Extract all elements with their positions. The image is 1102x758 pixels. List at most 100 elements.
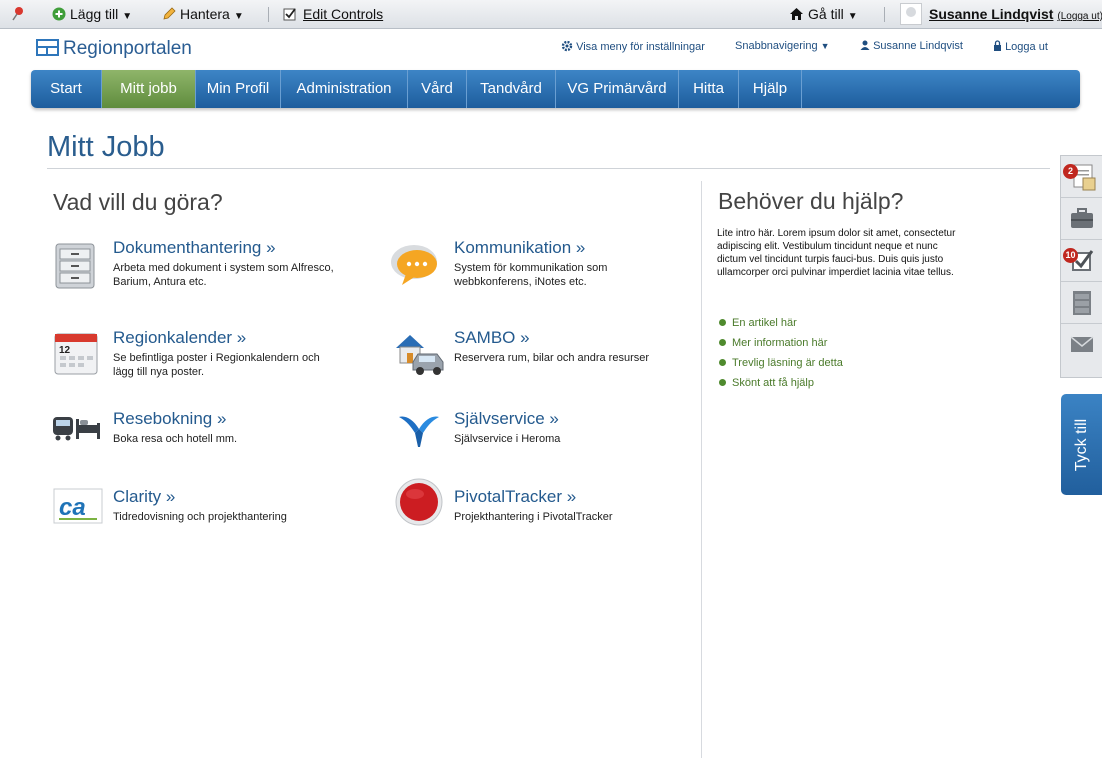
- tile-clarity-link[interactable]: Clarity »: [113, 487, 175, 507]
- chevron-down-icon: ▼: [847, 11, 858, 22]
- right-dock: 2 10: [1060, 155, 1102, 378]
- briefcase-icon: [1071, 208, 1093, 228]
- feedback-tab[interactable]: Tyck till: [1061, 394, 1102, 495]
- cabinet-icon: [1073, 291, 1091, 315]
- tab-start[interactable]: Start: [31, 70, 102, 108]
- house-car-icon[interactable]: [393, 328, 445, 380]
- add-menu[interactable]: Lägg till ▼: [52, 0, 132, 29]
- site-logo[interactable]: Regionportalen: [36, 37, 192, 61]
- manage-menu[interactable]: Hantera ▼: [162, 0, 244, 29]
- tile-dokumenthantering-link[interactable]: Dokumenthantering »: [113, 238, 276, 258]
- tab-administration[interactable]: Administration: [281, 70, 408, 108]
- lock-icon: [994, 40, 1001, 51]
- help-heading: Behöver du hjälp?: [718, 188, 904, 214]
- gear-icon: [561, 40, 573, 52]
- header-user-link[interactable]: Susanne Lindqvist: [860, 40, 963, 52]
- ribbon-divider: [884, 7, 885, 22]
- clarity-logo-text: ca: [59, 494, 86, 521]
- notification-badge: 2: [1063, 164, 1078, 179]
- calendar-icon[interactable]: 12: [50, 328, 102, 380]
- help-link-label[interactable]: Mer information här: [732, 337, 827, 349]
- help-intro-text: Lite intro här. Lorem ipsum dolor sit am…: [717, 228, 956, 278]
- help-link-item[interactable]: En artikel här: [719, 317, 797, 329]
- logout-label: Logga ut: [1005, 41, 1048, 53]
- ribbon-logout-link[interactable]: (Logga ut): [1057, 11, 1102, 22]
- tile-sambo-link[interactable]: SAMBO »: [454, 328, 530, 348]
- dock-tasks-button[interactable]: 10: [1061, 240, 1102, 282]
- help-link-label[interactable]: Skönt att få hjälp: [732, 377, 814, 389]
- tab-min-profil[interactable]: Min Profil: [196, 70, 281, 108]
- bullet-icon: [719, 379, 726, 386]
- portal-logo-icon: [36, 39, 59, 56]
- goto-menu[interactable]: Gå till ▼: [789, 0, 858, 29]
- ribbon-divider: [268, 7, 269, 22]
- calendar-day-text: 12: [59, 345, 71, 356]
- tab-hjalp[interactable]: Hjälp: [739, 70, 802, 108]
- edit-controls-label: Edit Controls: [303, 6, 384, 22]
- tile-pivotaltracker-link[interactable]: PivotalTracker »: [454, 487, 576, 507]
- tab-vg-primarvard[interactable]: VG Primärvård: [556, 70, 679, 108]
- page-title: Mitt Jobb: [47, 131, 165, 163]
- bullet-icon: [719, 339, 726, 346]
- tile-kommunikation-link[interactable]: Kommunikation »: [454, 238, 585, 258]
- goto-menu-label: Gå till: [808, 6, 844, 22]
- dock-documents-button[interactable]: 2: [1061, 156, 1102, 198]
- tile-clarity-desc: Tidredovisning och projekthantering: [113, 511, 287, 523]
- main-nav: Start Mitt jobb Min Profil Administratio…: [31, 70, 1080, 108]
- pin-icon[interactable]: [10, 0, 26, 29]
- help-link-label[interactable]: Trevlig läsning är detta: [732, 357, 843, 369]
- tile-resebokning-desc: Boka resa och hotell mm.: [113, 433, 238, 445]
- cabinet-icon[interactable]: [50, 240, 102, 292]
- bullet-icon: [719, 319, 726, 326]
- help-link-item[interactable]: Skönt att få hjälp: [719, 377, 814, 389]
- speech-bubble-icon[interactable]: [390, 240, 442, 292]
- clarity-logo-icon[interactable]: ca: [53, 485, 105, 537]
- bullet-icon: [719, 359, 726, 366]
- tab-tandvard[interactable]: Tandvård: [467, 70, 556, 108]
- tile-dokumenthantering-desc: Arbeta med dokument i system som Alfresc…: [113, 262, 334, 288]
- settings-menu-label: Visa meny för inställningar: [576, 41, 705, 53]
- tab-mitt-jobb[interactable]: Mitt jobb: [102, 70, 196, 108]
- dock-briefcase-button[interactable]: [1061, 198, 1102, 240]
- tile-kommunikation-desc: System för kommunikation som webbkonfere…: [454, 262, 608, 288]
- dock-mail-button[interactable]: [1061, 324, 1102, 366]
- header-user-label: Susanne Lindqvist: [873, 40, 963, 52]
- tile-regionkalender-desc: Se befintliga poster i Regionkalendern o…: [113, 352, 320, 378]
- ribbon-user[interactable]: Susanne Lindqvist (Logga ut): [929, 0, 1102, 29]
- chevron-down-icon: ▼: [820, 41, 830, 51]
- manage-menu-label: Hantera: [180, 6, 230, 22]
- bird-logo-icon[interactable]: [393, 405, 445, 457]
- add-menu-label: Lägg till: [70, 6, 119, 22]
- site-logo-text: Regionportalen: [63, 38, 192, 59]
- ribbon-user-name[interactable]: Susanne Lindqvist: [929, 6, 1053, 22]
- settings-menu-link[interactable]: Visa meny för inställningar: [561, 40, 705, 53]
- tab-hitta[interactable]: Hitta: [679, 70, 739, 108]
- avatar[interactable]: [900, 3, 922, 25]
- red-circle-icon[interactable]: [394, 478, 446, 530]
- envelope-icon: [1070, 336, 1094, 352]
- title-divider: [47, 168, 1050, 169]
- home-icon: [790, 8, 803, 20]
- tile-sjalvservice-link[interactable]: Självservice »: [454, 409, 559, 429]
- tile-regionkalender-link[interactable]: Regionkalender »: [113, 328, 246, 348]
- ribbon-bar: Lägg till ▼ Hantera ▼ Edit Controls Gå til…: [0, 0, 1102, 29]
- help-link-item[interactable]: Mer information här: [719, 337, 827, 349]
- tile-sambo-desc: Reservera rum, bilar och andra resurser: [454, 352, 650, 364]
- help-link-item[interactable]: Trevlig läsning är detta: [719, 357, 843, 369]
- help-link-label[interactable]: En artikel här: [732, 317, 797, 329]
- quick-nav-label: Snabbnavigering: [735, 40, 818, 52]
- logout-link[interactable]: Logga ut: [993, 40, 1048, 53]
- chevron-down-icon: ▼: [122, 11, 133, 22]
- column-divider: [701, 181, 702, 758]
- pencil-icon: [163, 7, 176, 20]
- train-bed-icon[interactable]: [50, 405, 102, 457]
- dock-archive-button[interactable]: [1061, 282, 1102, 324]
- notification-badge: 10: [1063, 248, 1078, 263]
- edit-controls-button[interactable]: Edit Controls: [283, 0, 383, 29]
- quick-nav-menu[interactable]: Snabbnavigering ▼: [735, 40, 830, 52]
- tab-vard[interactable]: Vård: [408, 70, 467, 108]
- user-icon: [860, 40, 870, 50]
- add-icon: [52, 7, 66, 21]
- chevron-down-icon: ▼: [233, 11, 244, 22]
- tile-resebokning-link[interactable]: Resebokning »: [113, 409, 226, 429]
